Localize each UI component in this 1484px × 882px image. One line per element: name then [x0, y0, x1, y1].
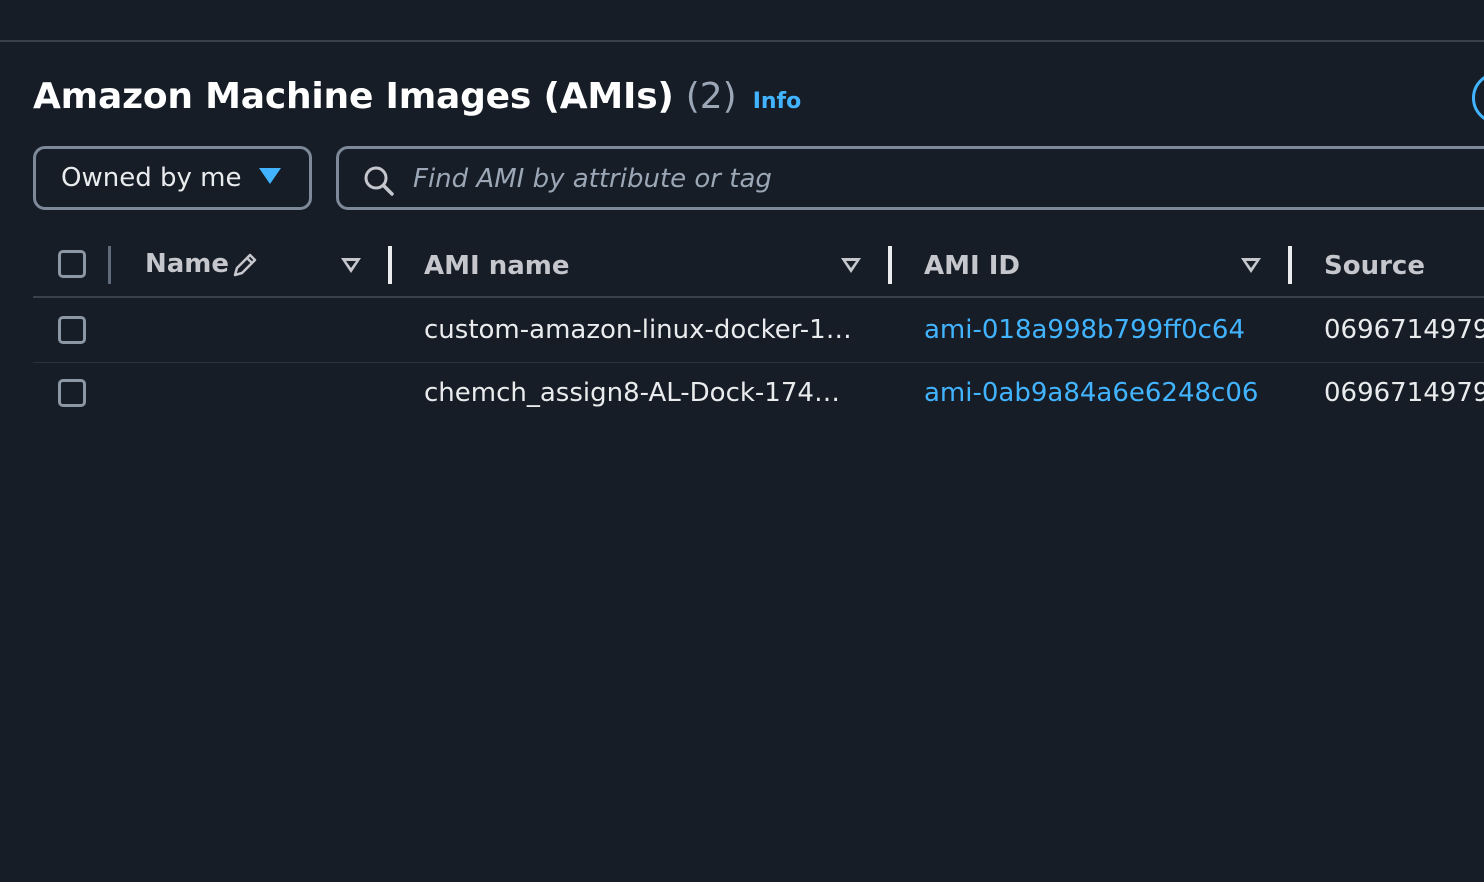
table-header-row: Name AMI name AMI ID Source — [33, 232, 1484, 298]
column-resizer[interactable] — [388, 246, 392, 284]
column-header-ami-id[interactable]: AMI ID — [924, 251, 1020, 281]
column-header-source[interactable]: Source — [1324, 251, 1425, 281]
column-resizer[interactable] — [1288, 246, 1292, 284]
table-row[interactable]: chemch_assign8-AL-Dock-1742… ami-0ab9a84… — [33, 363, 1484, 427]
table-row[interactable]: custom-amazon-linux-docker-1… ami-018a99… — [33, 298, 1484, 363]
sort-ami-id-icon[interactable] — [1241, 258, 1261, 273]
cell-ami-name: chemch_assign8-AL-Dock-1742… — [424, 378, 854, 408]
ami-page: Amazon Machine Images (AMIs) (2) Info Ow… — [0, 0, 1484, 882]
refresh-button[interactable] — [1472, 72, 1484, 124]
page-header: Amazon Machine Images (AMIs) (2) Info — [33, 76, 801, 117]
column-resizer[interactable] — [888, 246, 892, 284]
ami-count: (2) — [685, 76, 737, 117]
top-divider — [0, 40, 1484, 42]
cell-ami-id-link[interactable]: ami-0ab9a84a6e6248c06 — [924, 378, 1258, 408]
column-header-name[interactable]: Name — [145, 249, 229, 279]
search-box[interactable] — [336, 146, 1484, 210]
cell-ami-id-link[interactable]: ami-018a998b799ff0c64 — [924, 315, 1245, 345]
select-all-checkbox[interactable] — [58, 250, 86, 278]
cell-ami-name: custom-amazon-linux-docker-1… — [424, 315, 852, 345]
column-header-ami-name[interactable]: AMI name — [424, 251, 570, 281]
column-divider — [108, 246, 111, 284]
caret-down-icon — [259, 168, 281, 184]
search-icon — [364, 166, 394, 196]
cell-source: 0696714979 — [1324, 315, 1484, 345]
page-title: Amazon Machine Images (AMIs) — [33, 76, 674, 117]
info-link[interactable]: Info — [753, 89, 802, 114]
cell-source: 0696714979 — [1324, 378, 1484, 408]
owner-filter-label: Owned by me — [61, 163, 242, 193]
pencil-icon[interactable] — [230, 250, 260, 280]
sort-name-icon[interactable] — [341, 258, 361, 273]
row-checkbox[interactable] — [58, 379, 86, 407]
row-checkbox[interactable] — [58, 316, 86, 344]
search-input[interactable] — [411, 157, 1315, 201]
ami-table: Name AMI name AMI ID Source custom-amazo… — [33, 232, 1484, 427]
owner-filter-select[interactable]: Owned by me — [33, 146, 312, 210]
sort-ami-name-icon[interactable] — [841, 258, 861, 273]
